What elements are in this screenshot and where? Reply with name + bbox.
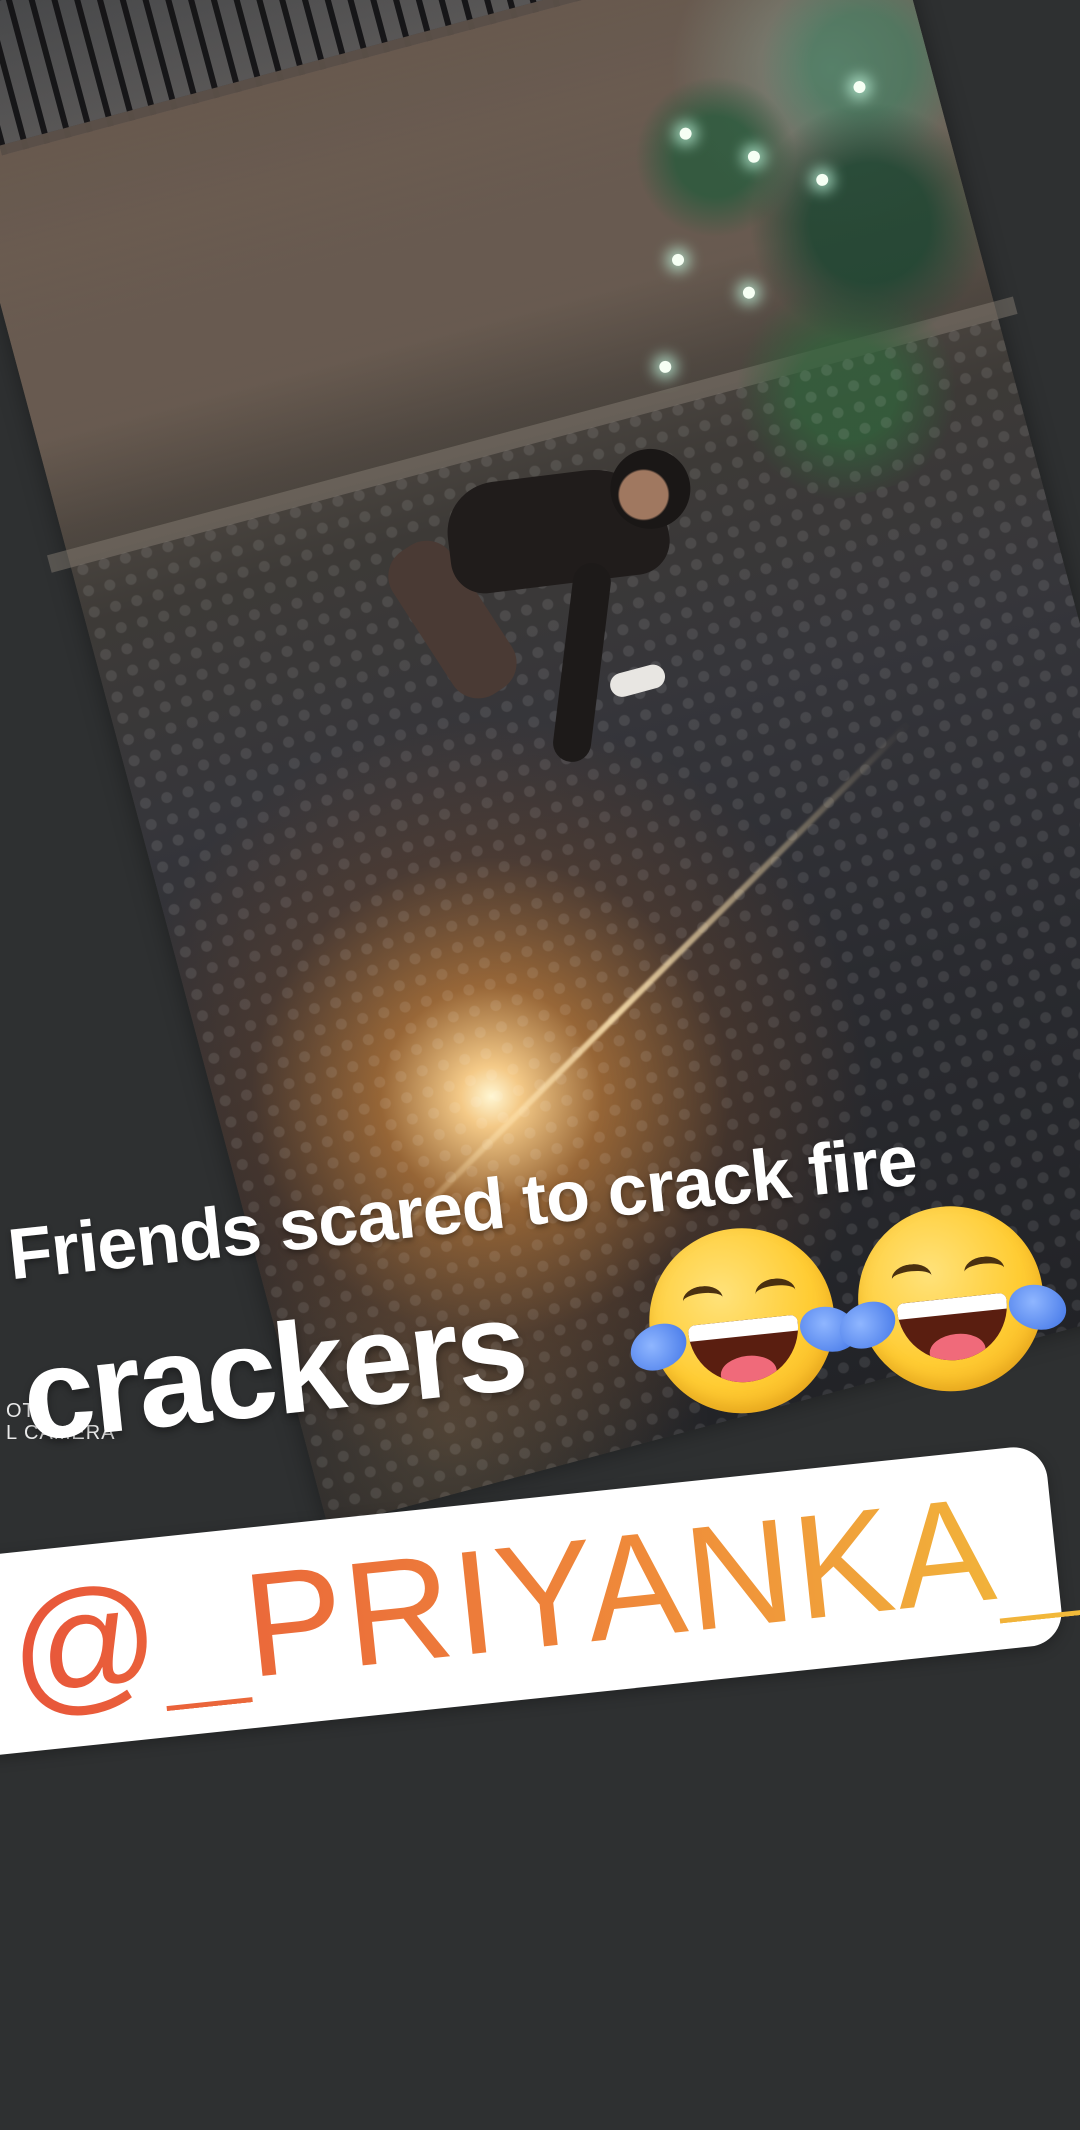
story-canvas: OT L CAMERA Friends scared to crack fire… <box>0 0 1080 2130</box>
person-arm <box>550 560 614 765</box>
emoji-eye <box>754 1276 797 1308</box>
emoji-eye <box>681 1284 725 1316</box>
emoji-mouth <box>687 1314 804 1388</box>
person-shoe <box>607 661 668 700</box>
mention-username: @_PRIYANKA_2823 <box>1 1422 1080 1734</box>
emoji-mouth <box>896 1292 1013 1366</box>
emoji-eye <box>963 1254 1006 1286</box>
mention-sticker[interactable]: @_PRIYANKA_2823 <box>0 1422 1080 1759</box>
emoji-eye <box>890 1262 934 1294</box>
